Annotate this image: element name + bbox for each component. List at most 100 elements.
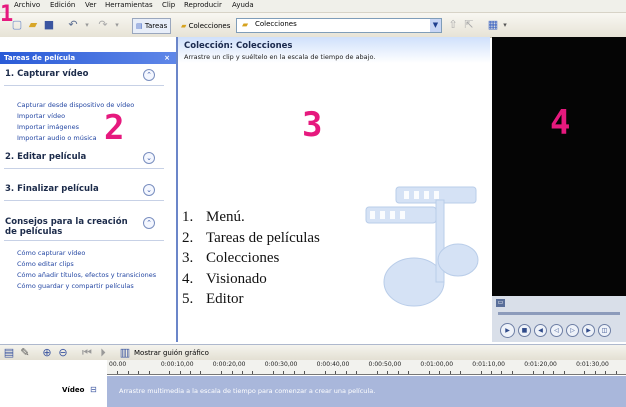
section-editar-pelicula[interactable]: 2. Editar película [5, 152, 86, 162]
ruler-minor-tick [273, 371, 275, 374]
annotation-3: 3 [302, 105, 323, 145]
forward-icon[interactable]: ▷ [566, 324, 579, 337]
task-pane-title: Tareas de película [4, 54, 76, 62]
play-icon[interactable]: ▶ [500, 323, 515, 338]
ruler-minor-tick [345, 371, 347, 374]
ruler-minor-tick [387, 371, 389, 374]
legend-item: 4. Visionado [182, 270, 267, 287]
redo-dropdown-icon[interactable]: ▾ [110, 18, 124, 32]
annotation-2: 2 [104, 108, 125, 148]
open-folder-icon[interactable]: ▰ [26, 18, 40, 32]
close-icon[interactable]: × [164, 52, 170, 64]
timeline-view-icon[interactable]: ▤ [2, 346, 16, 360]
ruler-minor-tick [615, 371, 617, 374]
ruler-minor-tick [408, 371, 410, 374]
up-level-icon[interactable]: ⇧ [446, 18, 460, 32]
toolbar: ▢ ▰ ■ ↶ ▾ ↷ ▾ ▤ Tareas ▰ Colecciones ▰ C… [0, 13, 626, 38]
ruler-minor-tick [324, 371, 326, 374]
storyboard-icon: ▥ [119, 346, 131, 359]
menu-reproducir[interactable]: Reproducir [184, 1, 222, 9]
ruler-tick-label: 0:00:30,00 [264, 361, 298, 368]
link-importar-imagenes[interactable]: Importar imágenes [17, 123, 79, 131]
ruler-tick-label: 0:00:50,00 [368, 361, 402, 368]
menu-ayuda[interactable]: Ayuda [232, 1, 254, 9]
ruler-minor-tick [241, 371, 243, 374]
ruler-minor-tick [449, 371, 451, 374]
rewind-icon[interactable]: ◁ [550, 324, 563, 337]
play-timeline-icon[interactable]: ⏵ [96, 346, 110, 360]
section-consejos[interactable]: Consejos para la creación de películas [5, 217, 140, 237]
menu-edicion[interactable]: Edición [50, 1, 75, 9]
chevron-down-icon[interactable]: ⌄ [143, 152, 155, 164]
collection-select[interactable]: ▰ Colecciones ▼ [236, 18, 442, 33]
undo-icon[interactable]: ↶ [66, 18, 80, 32]
ruler-minor-tick [376, 371, 378, 374]
timeline-toolbar: ▤ ✎ ⊕ ⊖ ⏮ ⏵ ▥ Mostrar guión gráfico [0, 344, 626, 361]
chevron-up-icon[interactable]: ⌃ [143, 69, 155, 81]
menu-archivo[interactable]: Archivo [14, 1, 40, 9]
storyboard-toggle[interactable]: Mostrar guión gráfico [134, 349, 209, 357]
save-icon[interactable]: ■ [42, 18, 56, 32]
seek-bar[interactable] [498, 312, 620, 315]
ruler-tick-label: 00.00 [109, 361, 127, 368]
menu-clip[interactable]: Clip [162, 1, 175, 9]
narrate-icon[interactable]: ✎ [18, 346, 32, 360]
legend-item: 1. Menú. [182, 209, 245, 225]
chevron-down-icon[interactable]: ⌄ [143, 184, 155, 196]
menu-herramientas[interactable]: Herramientas [105, 1, 153, 9]
link-como-editar[interactable]: Cómo editar clips [17, 260, 74, 268]
next-frame-icon[interactable]: ▶ [582, 324, 595, 337]
menu-ver[interactable]: Ver [85, 1, 96, 9]
ruler-minor-tick [428, 371, 430, 374]
ruler-minor-tick [127, 371, 129, 374]
tasks-icon: ▤ [136, 22, 143, 30]
link-como-anadir[interactable]: Cómo añadir títulos, efectos y transicio… [17, 271, 156, 279]
ruler-minor-tick [283, 371, 285, 374]
tareas-label: Tareas [144, 22, 168, 30]
previous-frame-icon[interactable]: ◀ [534, 324, 547, 337]
new-collection-icon[interactable]: ⇱ [462, 18, 476, 32]
zoom-in-icon[interactable]: ⊕ [40, 346, 54, 360]
collection-header: Colección: Colecciones Arrastre un clip … [178, 37, 490, 63]
timeline-ruler[interactable]: 00.00 0:00:10,00 0:00:20,00 0:00:30,00 0:00:… [107, 360, 626, 375]
section-divider [4, 200, 164, 201]
collection-folder-icon: ▰ [242, 20, 249, 29]
link-importar-audio[interactable]: Importar audio o música [17, 134, 97, 142]
section-finalizar-pelicula[interactable]: 3. Finalizar película [5, 184, 99, 194]
view-dropdown-icon[interactable]: ▾ [498, 18, 512, 32]
chevron-down-icon[interactable]: ▼ [430, 19, 441, 32]
link-como-capturar[interactable]: Cómo capturar vídeo [17, 249, 85, 257]
rewind-timeline-icon[interactable]: ⏮ [80, 346, 94, 360]
annotation-1: 1 [0, 2, 14, 27]
tareas-button[interactable]: ▤ Tareas [132, 18, 172, 34]
section-capturar-video[interactable]: 1. Capturar vídeo [5, 69, 89, 79]
colecciones-button[interactable]: ▰ Colecciones [177, 18, 234, 34]
zoom-out-icon[interactable]: ⊖ [56, 346, 70, 360]
video-track[interactable]: Arrastre multimedia a la escala de tiemp… [107, 376, 626, 407]
redo-icon[interactable]: ↷ [96, 18, 110, 32]
undo-dropdown-icon[interactable]: ▾ [80, 18, 94, 32]
legend-item: 5. Editor [182, 291, 244, 307]
ruler-minor-tick [563, 371, 565, 374]
link-importar-video[interactable]: Importar vídeo [17, 112, 65, 120]
task-pane-header: Tareas de película × [0, 52, 176, 64]
video-track-label: Vídeo [62, 386, 85, 394]
chevron-up-icon[interactable]: ⌃ [143, 217, 155, 229]
ruler-minor-tick [542, 371, 544, 374]
monitor-controls: ▭ ▶ ■ ◀ ◁ ▷ ▶ ◫ [492, 296, 626, 342]
legend-list: 1. Menú. 2. Tareas de películas 3. Coleccio… [182, 207, 320, 310]
section-divider [4, 85, 164, 86]
ruler-minor-tick [231, 371, 233, 374]
ruler-tick-label: 0:01:20,00 [524, 361, 557, 368]
ruler-minor-tick [594, 371, 596, 374]
expand-track-icon[interactable]: ⊟ [90, 385, 97, 394]
link-como-guardar[interactable]: Cómo guardar y compartir películas [17, 282, 134, 290]
ruler-minor-tick [138, 371, 140, 374]
ruler-minor-tick [179, 371, 181, 374]
split-icon[interactable]: ◫ [598, 324, 611, 337]
ruler-tick-label: 0:01:30,00 [576, 361, 609, 368]
legend-item: 2. Tareas de películas [182, 229, 320, 246]
stop-icon[interactable]: ■ [518, 324, 531, 337]
collection-pane: Colección: Colecciones Arrastre un clip … [178, 37, 490, 342]
ruler-minor-tick [169, 371, 171, 374]
